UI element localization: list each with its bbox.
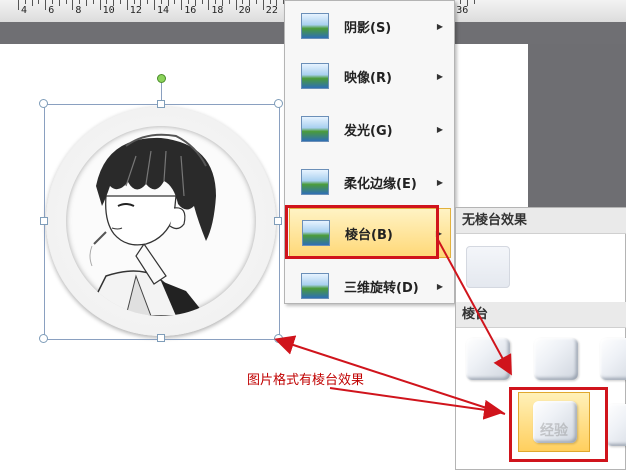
arrow-gallery-to-picture	[274, 335, 506, 415]
arrow-menu-to-gallery	[436, 237, 512, 376]
watermark: 经验	[540, 423, 568, 439]
annotation-arrows	[274, 237, 512, 420]
arrow-caption-to-option	[329, 387, 504, 420]
